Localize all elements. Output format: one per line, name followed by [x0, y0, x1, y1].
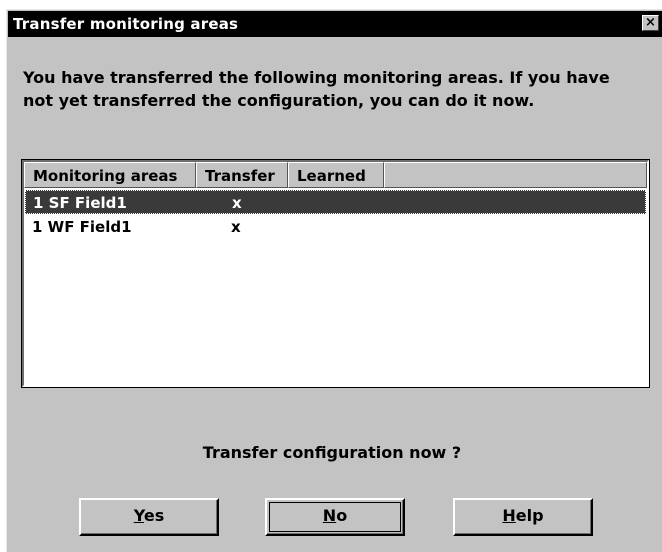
list-header: Monitoring areas Transfer Learned: [24, 162, 647, 188]
list-item[interactable]: 1 WF Field1 x: [25, 215, 646, 239]
list-item[interactable]: 1 SF Field1 x: [25, 190, 646, 214]
help-button-mnemonic: H: [502, 506, 516, 525]
info-message: You have transferred the following monit…: [23, 68, 610, 110]
list-item-name: 1 SF Field1: [33, 194, 127, 212]
window-title: Transfer monitoring areas: [13, 15, 239, 33]
column-header-learned[interactable]: Learned: [288, 162, 384, 188]
no-button[interactable]: No: [265, 498, 405, 536]
help-button-label: elp: [515, 506, 544, 525]
monitoring-areas-list[interactable]: Monitoring areas Transfer Learned 1 SF F…: [21, 159, 650, 388]
column-header-empty: [384, 162, 647, 188]
list-item-transfer: x: [232, 194, 242, 212]
title-bar[interactable]: Transfer monitoring areas ×: [8, 11, 662, 37]
column-header-monitoring-areas[interactable]: Monitoring areas: [24, 162, 196, 188]
transfer-dialog: Transfer monitoring areas × You have tra…: [6, 9, 662, 552]
close-button[interactable]: ×: [642, 15, 659, 31]
close-icon: ×: [645, 15, 656, 30]
list-item-name: 1 WF Field1: [32, 218, 132, 236]
confirm-question: Transfer configuration now ?: [202, 443, 462, 462]
help-button[interactable]: Help: [453, 498, 593, 536]
yes-button-mnemonic: Y: [133, 506, 144, 525]
column-header-transfer[interactable]: Transfer: [196, 162, 288, 188]
yes-button-label: es: [143, 506, 165, 525]
yes-button[interactable]: Yes: [79, 498, 219, 536]
list-item-transfer: x: [231, 218, 241, 236]
focus-rect: [269, 502, 401, 532]
